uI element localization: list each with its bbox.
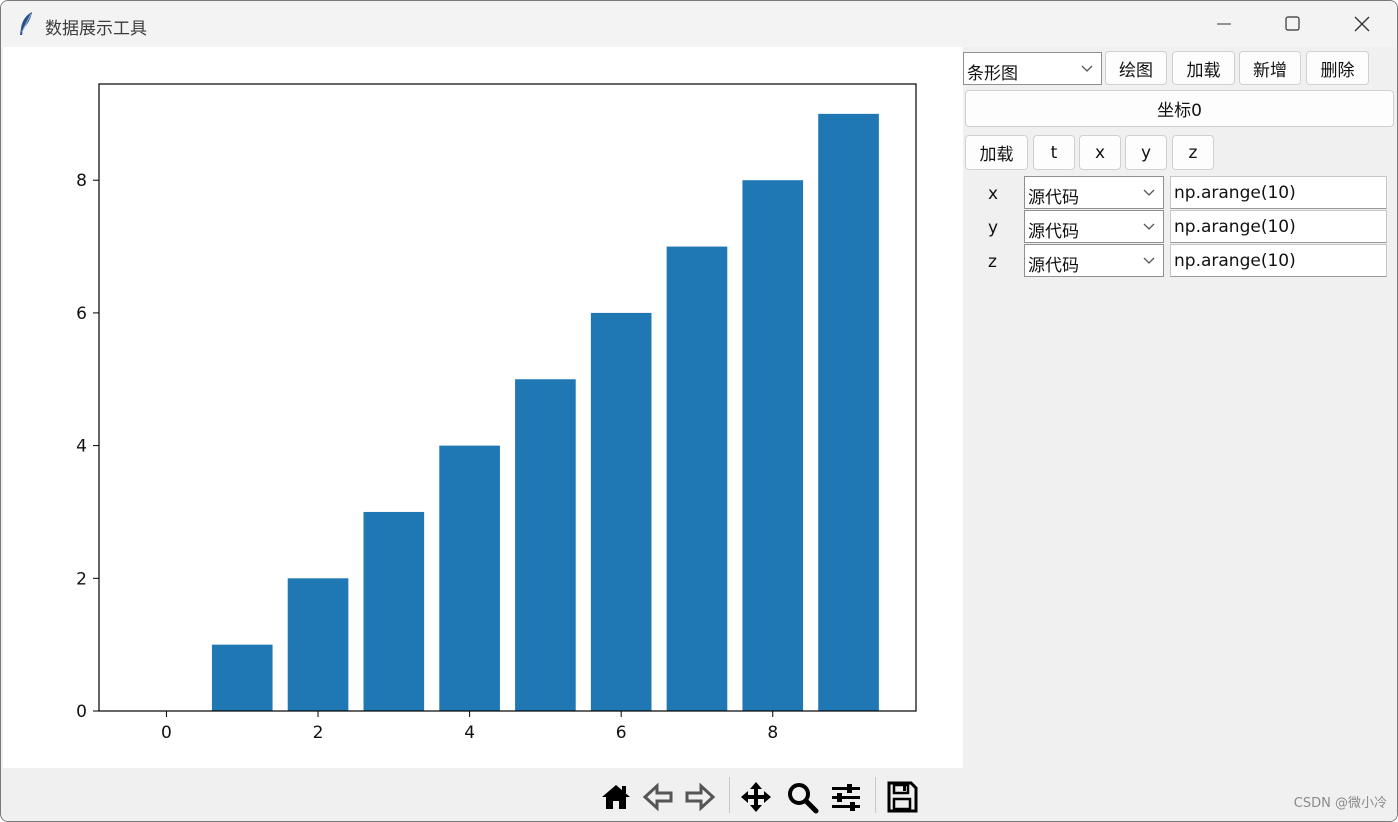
close-icon[interactable] <box>1327 1 1393 47</box>
title-bar[interactable]: 数据展示工具 <box>1 1 1397 47</box>
back-icon[interactable] <box>641 780 675 814</box>
bar-1 <box>211 644 273 711</box>
chevron-down-icon <box>1143 257 1155 264</box>
watermark-text: CSDN @微小冷 <box>1293 796 1387 811</box>
draw-button[interactable]: 绘图 <box>1105 51 1167 85</box>
row-label-z: z <box>988 252 997 272</box>
bar-8 <box>742 180 804 711</box>
delete-button[interactable]: 删除 <box>1306 51 1369 85</box>
add-button[interactable]: 新增 <box>1239 51 1301 85</box>
bar-3 <box>363 511 425 711</box>
x-tick-label-0: 0 <box>161 723 172 743</box>
bar-4 <box>439 445 500 711</box>
y-tick-label-8: 8 <box>76 171 87 191</box>
app-window: 数据展示工具 0 2 4 6 8 0 2 4 6 8 条形图 绘图 加载 新增 删除 坐标0 加载… <box>0 0 1398 822</box>
row-label-y: y <box>988 218 999 238</box>
minimize-icon[interactable] <box>1193 1 1259 47</box>
plot-canvas[interactable]: 0 2 4 6 8 0 2 4 6 8 <box>3 47 963 768</box>
load-button[interactable]: 加载 <box>1172 51 1235 85</box>
y-tick-label-2: 2 <box>76 569 87 589</box>
navigation-toolbar: CSDN @微小冷 <box>3 768 1397 821</box>
toolbar-separator <box>875 777 876 813</box>
source-select-z[interactable]: 源代码 <box>1024 244 1164 277</box>
y-button[interactable]: y <box>1125 135 1167 170</box>
zoom-icon[interactable] <box>785 780 819 814</box>
home-icon[interactable] <box>599 780 633 814</box>
chevron-down-icon <box>1143 223 1155 230</box>
configure-subplots-icon[interactable] <box>829 780 863 814</box>
bar-5 <box>515 379 576 711</box>
save-icon[interactable] <box>885 780 919 814</box>
source-value-x: 源代码 <box>1028 188 1079 208</box>
row-label-x: x <box>988 184 999 204</box>
t-button[interactable]: t <box>1033 135 1075 170</box>
y-tick-label-0: 0 <box>76 702 87 722</box>
maximize-icon[interactable] <box>1259 1 1325 47</box>
x-tick-label-6: 6 <box>616 723 627 743</box>
side-panel: 条形图 绘图 加载 新增 删除 坐标0 加载 t x y z x 源代码 np.… <box>963 47 1397 768</box>
feather-icon <box>20 12 32 35</box>
source-value-z: 源代码 <box>1028 256 1079 276</box>
toolbar-separator <box>729 777 730 813</box>
x-button[interactable]: x <box>1079 135 1121 170</box>
source-select-x[interactable]: 源代码 <box>1024 176 1164 209</box>
chart-type-value: 条形图 <box>967 64 1018 84</box>
bar-7 <box>666 246 728 712</box>
expr-input-x[interactable]: np.arange(10) <box>1170 176 1387 209</box>
window-title: 数据展示工具 <box>45 19 147 39</box>
z-button[interactable]: z <box>1172 135 1214 170</box>
source-select-y[interactable]: 源代码 <box>1024 210 1164 243</box>
pan-icon[interactable] <box>739 780 773 814</box>
x-tick-label-8: 8 <box>767 723 778 743</box>
bar-2 <box>287 578 349 711</box>
x-tick-label-2: 2 <box>313 723 324 743</box>
source-value-y: 源代码 <box>1028 222 1079 242</box>
forward-icon[interactable] <box>683 780 717 814</box>
x-tick-label-4: 4 <box>464 723 475 743</box>
y-tick-label-6: 6 <box>76 304 87 324</box>
expr-input-z[interactable]: np.arange(10) <box>1170 244 1387 277</box>
axes-tab-button[interactable]: 坐标0 <box>965 90 1394 127</box>
chevron-down-icon <box>1081 65 1093 72</box>
bar-6 <box>590 312 652 711</box>
axis-load-button[interactable]: 加载 <box>965 135 1028 170</box>
bar-chart: 0 2 4 6 8 0 2 4 6 8 <box>76 83 917 743</box>
chevron-down-icon <box>1143 189 1155 196</box>
y-tick-label-4: 4 <box>76 437 87 457</box>
chart-type-select[interactable]: 条形图 <box>963 52 1102 85</box>
bar-9 <box>818 113 879 712</box>
expr-input-y[interactable]: np.arange(10) <box>1170 210 1387 243</box>
